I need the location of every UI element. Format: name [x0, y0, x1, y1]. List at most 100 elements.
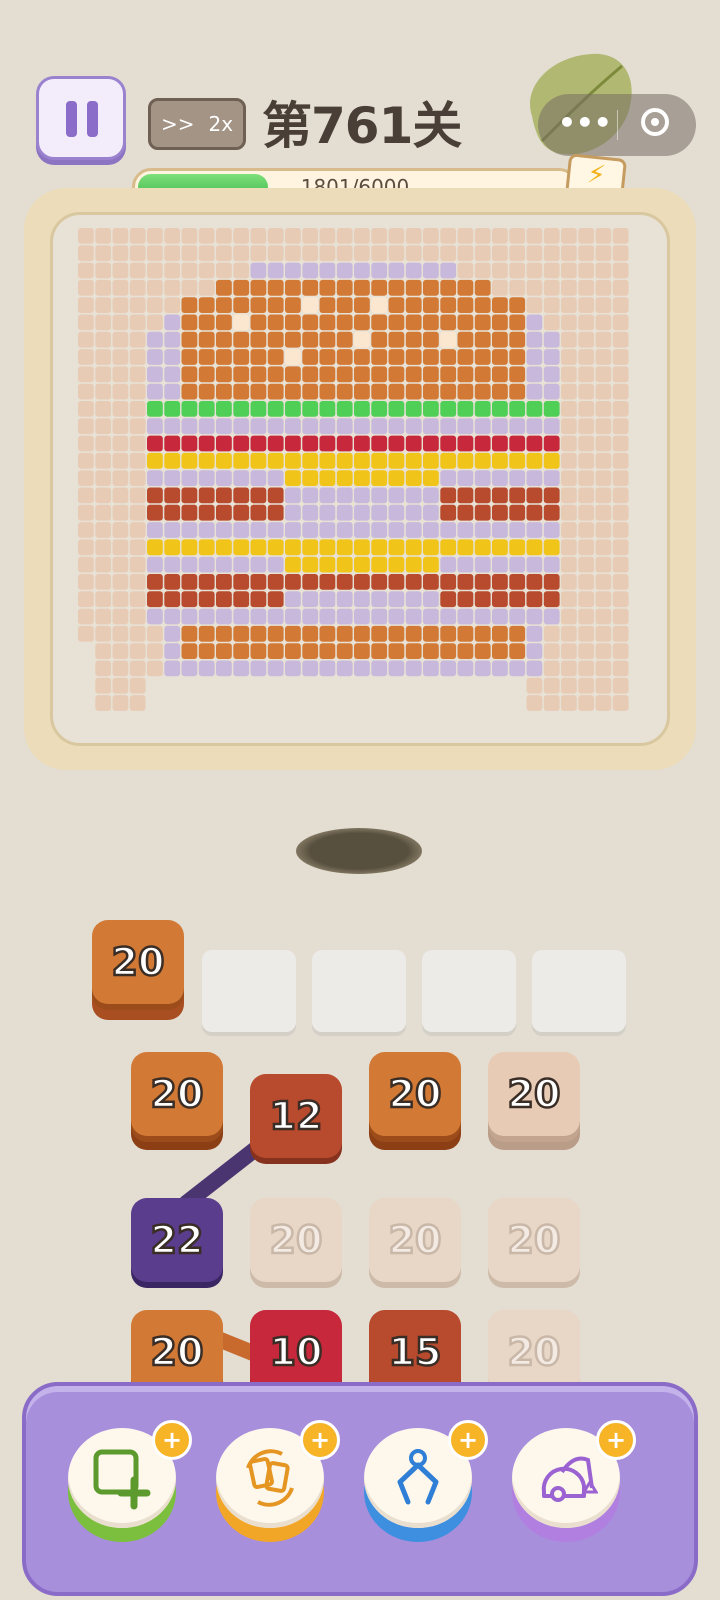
add-tool-plus-icon[interactable]: +: [448, 1420, 488, 1460]
pixel-block: [440, 452, 457, 469]
pixel-block: [285, 625, 301, 642]
pixel-block: [388, 297, 405, 313]
pixel-block: [129, 522, 146, 538]
pixel-block: [164, 452, 181, 469]
pixel-block: [354, 262, 370, 279]
pixel-block: [164, 228, 181, 244]
pixel-block: [181, 470, 198, 486]
pixel-block: [543, 366, 560, 383]
add-tool-plus-icon[interactable]: +: [152, 1420, 192, 1460]
pixel-block: [95, 695, 112, 711]
pixel-block: [526, 228, 543, 244]
pixel-block: [371, 522, 388, 538]
tile-20[interactable]: 20: [131, 1052, 223, 1136]
pixel-block: [319, 279, 336, 296]
pixel-block: [457, 522, 474, 538]
pixel-block: [285, 470, 301, 486]
pixel-block: [164, 591, 181, 608]
pixel-block: [595, 331, 612, 348]
pixel-block: [543, 643, 560, 659]
pixel-block: [78, 349, 94, 365]
pixel-block: [181, 262, 198, 279]
pixel-block: [147, 418, 163, 435]
pixel-block: [198, 504, 215, 521]
pixel-block: [198, 297, 215, 313]
claw-tool[interactable]: +: [364, 1420, 488, 1548]
pixel-block: [78, 574, 94, 590]
shuffle-tool[interactable]: +: [216, 1420, 340, 1548]
pixel-block: [578, 245, 595, 262]
pixel-block: [474, 522, 491, 538]
pixel-block: [612, 591, 629, 608]
pixel-block: [457, 228, 474, 244]
pixel-block: [612, 574, 629, 590]
pixel-block: [509, 297, 526, 313]
tile-22[interactable]: 22: [131, 1198, 223, 1282]
pixel-block: [267, 349, 284, 365]
pixel-block: [457, 539, 474, 556]
pixel-block: [95, 643, 112, 659]
pixel-block: [112, 591, 129, 608]
pixel-block: [492, 401, 508, 417]
pixel-block: [164, 556, 181, 573]
pixel-block: [95, 608, 112, 625]
tile-20[interactable]: 20: [369, 1052, 461, 1136]
pixel-block: [129, 262, 146, 279]
pixel-block: [267, 401, 284, 417]
vacuum-tool[interactable]: +: [512, 1420, 636, 1548]
pixel-block: [492, 452, 508, 469]
pixel-block: [492, 574, 508, 590]
pixel-block: [405, 435, 422, 452]
pixel-block: [216, 262, 232, 279]
pixel-block: [509, 539, 526, 556]
pixel-block: [181, 625, 198, 642]
pixel-block: [388, 470, 405, 486]
pixel-block: [198, 487, 215, 504]
pause-button[interactable]: [36, 76, 126, 160]
pixel-block: [371, 245, 388, 262]
pixel-block: [112, 522, 129, 538]
pixel-block: [423, 643, 439, 659]
pixel-block: [78, 262, 94, 279]
pixel-block: [388, 452, 405, 469]
add-tool-plus-icon[interactable]: +: [596, 1420, 636, 1460]
pixel-block: [78, 487, 94, 504]
pixel-block: [198, 366, 215, 383]
pixel-block: [147, 643, 163, 659]
pixel-block: [354, 643, 370, 659]
pixel-block: [147, 297, 163, 313]
speed-toggle-button[interactable]: >> 2x: [148, 98, 246, 150]
pixel-block: [181, 660, 198, 677]
pixel-block: [112, 331, 129, 348]
pixel-block: [302, 539, 319, 556]
more-dots-icon[interactable]: •••: [558, 106, 612, 139]
add-slot-tool[interactable]: +: [68, 1420, 192, 1548]
tile-20[interactable]: 20: [488, 1052, 580, 1136]
pixel-block: [233, 608, 250, 625]
pixel-block: [216, 522, 232, 538]
pixel-block: [457, 625, 474, 642]
pixel-block: [371, 349, 388, 365]
pixel-block: [354, 522, 370, 538]
pixel-block: [457, 331, 474, 348]
pixel-block: [595, 470, 612, 486]
add-tool-plus-icon[interactable]: +: [300, 1420, 340, 1460]
pixel-block: [267, 452, 284, 469]
pixel-block: [129, 695, 146, 711]
pixel-block: [509, 349, 526, 365]
pixel-block: [423, 608, 439, 625]
pixel-block: [371, 625, 388, 642]
pixel-block: [147, 608, 163, 625]
tile-12[interactable]: 12: [250, 1074, 342, 1158]
pixel-block: [474, 539, 491, 556]
pixel-block: [302, 452, 319, 469]
pixel-block: [492, 591, 508, 608]
pixel-block: [129, 591, 146, 608]
target-icon[interactable]: [641, 108, 669, 136]
pixel-block: [319, 245, 336, 262]
pixel-block: [336, 487, 353, 504]
fast-forward-icon: >>: [160, 112, 195, 136]
pixel-block: [285, 245, 301, 262]
pixel-block: [595, 591, 612, 608]
pixel-block: [440, 504, 457, 521]
